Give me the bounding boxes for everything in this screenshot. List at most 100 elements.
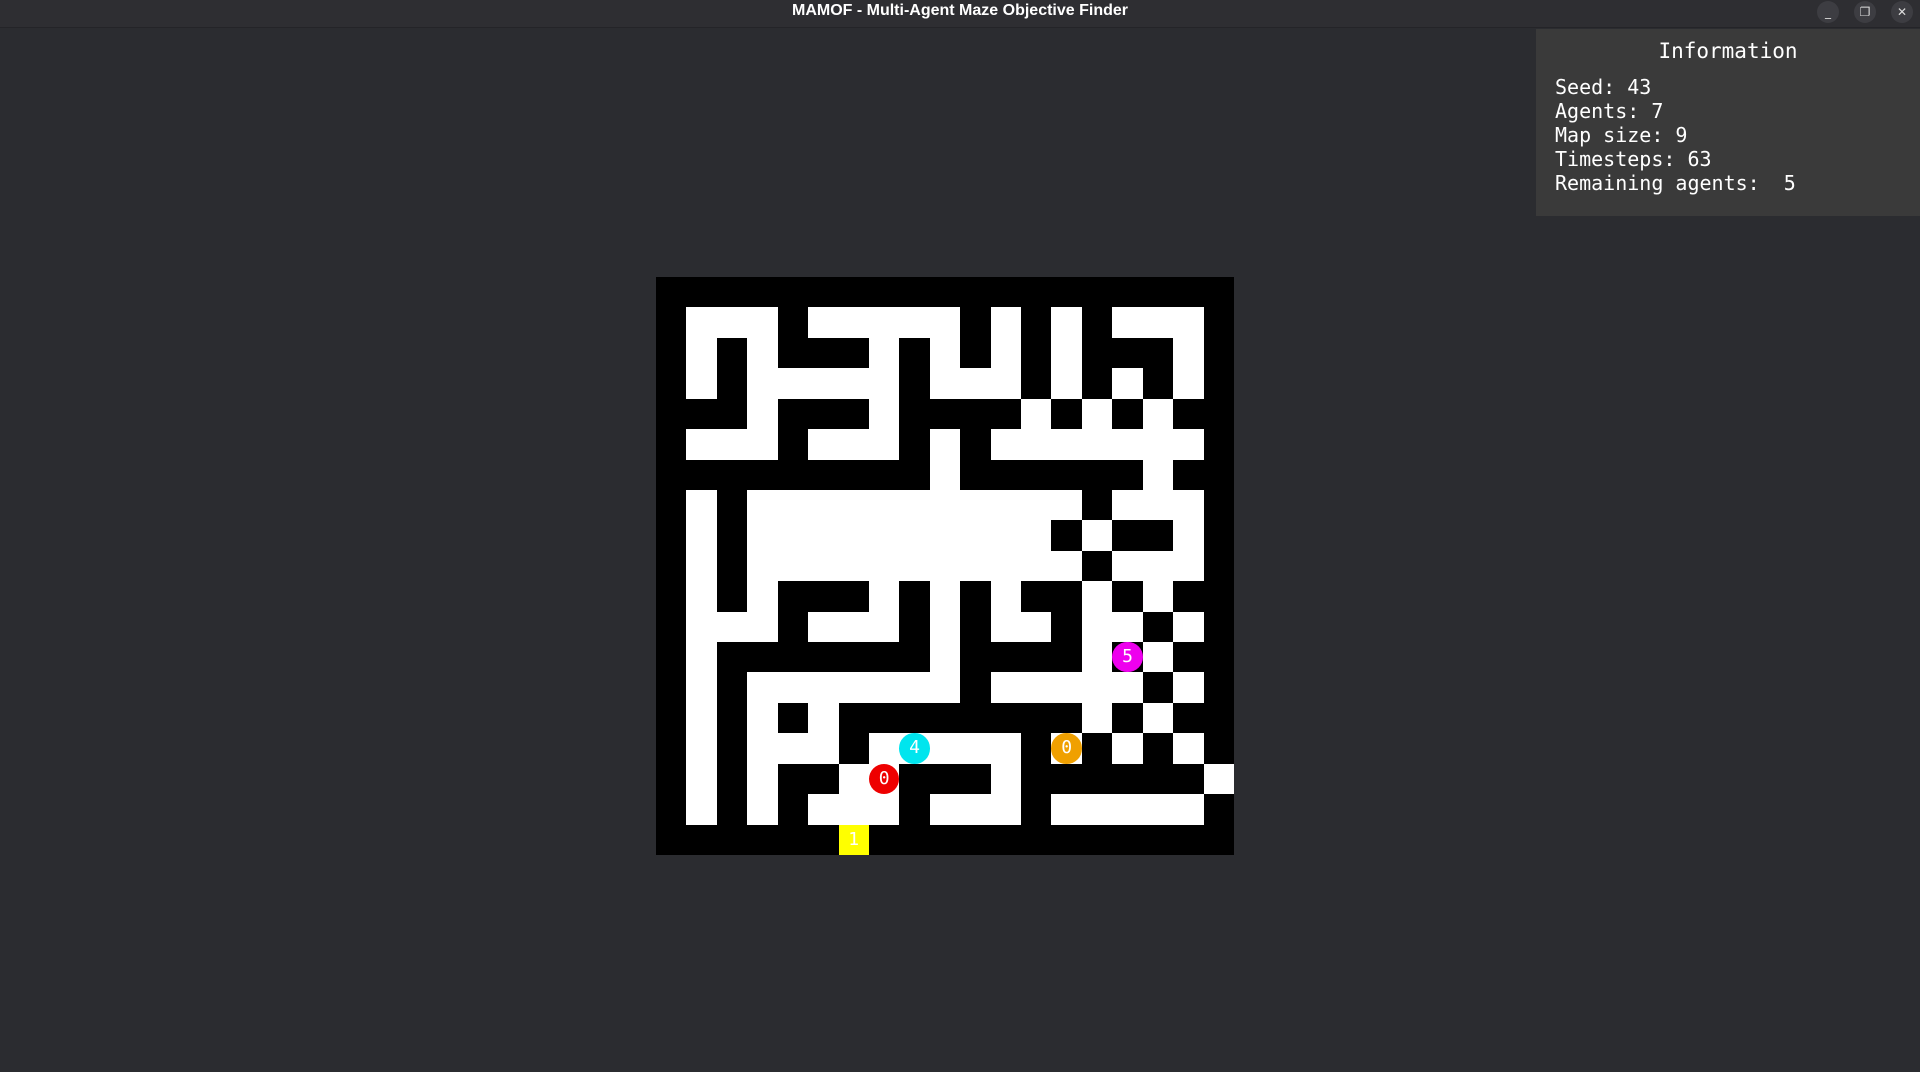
maze-path-cell xyxy=(1142,581,1174,612)
maze-path-cell xyxy=(960,733,991,764)
minimize-icon[interactable]: _ xyxy=(1817,1,1839,23)
maze-path-cell xyxy=(1081,702,1113,734)
maze-path-cell xyxy=(868,672,900,703)
maze-path-cell xyxy=(686,763,717,795)
maze-path-cell xyxy=(1142,398,1174,430)
maze-path-cell xyxy=(838,489,869,521)
agent-marker: 4 xyxy=(899,733,930,764)
maze-path-cell xyxy=(1112,733,1143,764)
maze-path-cell xyxy=(1021,520,1052,551)
maze-path-cell xyxy=(838,763,869,795)
maze-path-cell xyxy=(929,520,961,551)
maze-path-cell xyxy=(747,794,778,825)
restore-icon[interactable]: ❐ xyxy=(1854,1,1876,23)
agents-label: Agents: 7 xyxy=(1555,99,1664,123)
maze-path-cell xyxy=(1051,550,1082,582)
remaining-agents-label: Remaining agents: 5 xyxy=(1555,171,1796,195)
maze-path-cell xyxy=(747,489,778,521)
maze-path-cell xyxy=(1173,368,1204,399)
map-size-label: Map size: 9 xyxy=(1555,123,1688,147)
maze-path-cell xyxy=(747,581,778,612)
maze-path-cell xyxy=(838,429,869,460)
maze-path-cell xyxy=(747,702,778,734)
maze-path-cell xyxy=(929,733,961,764)
maze-path-cell xyxy=(838,520,869,551)
maze-path-cell xyxy=(990,794,1022,825)
agent-marker: 0 xyxy=(1051,733,1082,764)
maze-path-cell xyxy=(1081,581,1113,612)
maze-path-cell xyxy=(990,672,1022,703)
maze-path-cell xyxy=(1173,611,1204,643)
maze-path-cell xyxy=(747,368,778,399)
maze-path-cell xyxy=(808,550,839,582)
maze-path-cell xyxy=(929,611,961,643)
maze-path-cell xyxy=(929,581,961,612)
maze-path-cell xyxy=(838,672,869,703)
maze-path-cell xyxy=(960,489,991,521)
maze-path-cell xyxy=(929,337,961,369)
maze-path-cell xyxy=(929,489,961,521)
maze-path-cell xyxy=(1142,642,1174,673)
maze-path-cell xyxy=(1173,550,1204,582)
maze-path-cell xyxy=(747,611,778,643)
maze-path-cell xyxy=(1112,489,1143,521)
maze-path-cell xyxy=(1021,489,1052,521)
maze-path-cell xyxy=(1051,672,1082,703)
maze-path-cell xyxy=(777,550,809,582)
maze-path-cell xyxy=(747,307,778,338)
timesteps-label: Timesteps: 63 xyxy=(1555,147,1712,171)
maze-path-cell xyxy=(1142,307,1174,338)
maze-path-cell xyxy=(1021,398,1052,430)
maze-path-cell xyxy=(686,550,717,582)
maze-path-cell xyxy=(868,794,900,825)
maze-path-cell xyxy=(808,733,839,764)
maze-path-cell xyxy=(777,368,809,399)
maze-path-cell xyxy=(808,429,839,460)
maze-path-cell xyxy=(1173,672,1204,703)
maze-path-cell xyxy=(1021,611,1052,643)
maze-path-cell xyxy=(868,337,900,369)
maze-path-cell xyxy=(990,307,1022,338)
maze-path-cell xyxy=(686,672,717,703)
maze-path-cell xyxy=(716,611,748,643)
maze-path-cell xyxy=(747,398,778,430)
maze-path-cell xyxy=(1112,794,1143,825)
maze-path-cell xyxy=(1142,489,1174,521)
information-panel: Information Seed: 43 Agents: 7 Map size:… xyxy=(1536,29,1920,216)
maze-path-cell xyxy=(929,550,961,582)
maze-path-cell xyxy=(1173,307,1204,338)
maze-path-cell xyxy=(960,550,991,582)
maze-path-cell xyxy=(1051,307,1082,338)
maze-path-cell xyxy=(1081,672,1113,703)
maze-path-cell xyxy=(1112,550,1143,582)
maze-path-cell xyxy=(899,489,930,521)
maze-path-cell xyxy=(1173,489,1204,521)
maze-path-cell xyxy=(808,611,839,643)
maze-path-cell xyxy=(1081,398,1113,430)
maze-path-cell xyxy=(1173,520,1204,551)
maze-path-cell xyxy=(1112,368,1143,399)
close-icon[interactable]: ✕ xyxy=(1891,1,1913,23)
maze-path-cell xyxy=(686,642,717,673)
maze-path-cell xyxy=(686,489,717,521)
maze-path-cell xyxy=(868,368,900,399)
maze-path-cell xyxy=(777,520,809,551)
title-bar: MAMOF - Multi-Agent Maze Objective Finde… xyxy=(0,0,1920,28)
maze-path-cell xyxy=(747,672,778,703)
maze-path-cell xyxy=(1203,763,1234,795)
maze-path-cell xyxy=(868,520,900,551)
maze-path-cell xyxy=(1051,794,1082,825)
agent-marker: 5 xyxy=(1112,642,1143,673)
maze-path-cell xyxy=(1173,794,1204,825)
maze-path-cell xyxy=(686,702,717,734)
maze-path-cell xyxy=(1142,794,1174,825)
maze-path-cell xyxy=(868,550,900,582)
maze-path-cell xyxy=(1021,429,1052,460)
maze-path-cell xyxy=(1081,794,1113,825)
maze-path-cell xyxy=(868,733,900,764)
maze-path-cell xyxy=(1021,672,1052,703)
maze-path-cell xyxy=(1051,368,1082,399)
maze-path-cell xyxy=(990,489,1022,521)
maze-path-cell xyxy=(1081,520,1113,551)
maze-path-cell xyxy=(808,489,839,521)
